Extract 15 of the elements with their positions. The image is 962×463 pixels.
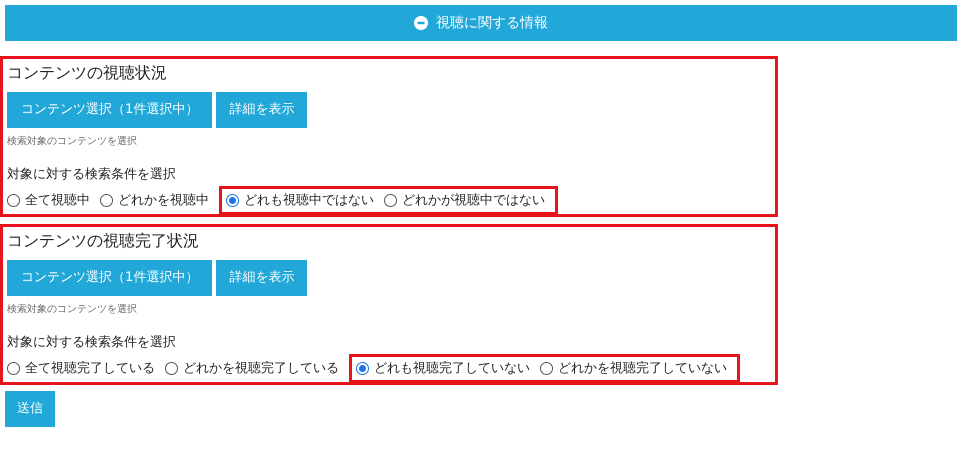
radio-option[interactable]: どれも視聴完了していない — [356, 358, 530, 378]
radio-option[interactable]: どれかを視聴中 — [100, 190, 209, 210]
hint-text: 検索対象のコンテンツを選択 — [7, 302, 138, 317]
section-title: コンテンツの視聴完了状況 — [7, 230, 200, 252]
condition-label: 対象に対する検索条件を選択 — [7, 334, 177, 352]
radio-option[interactable]: 全て視聴完了している — [7, 358, 155, 378]
radio-option[interactable]: どれかを視聴完了していない — [540, 358, 727, 378]
radio-option[interactable]: どれかが視聴中ではない — [384, 190, 545, 210]
section-title: コンテンツの視聴状況 — [7, 62, 168, 84]
radio-option[interactable]: 全て視聴中 — [7, 190, 90, 210]
collapse-icon — [414, 16, 428, 30]
radio-option[interactable]: どれかを視聴完了している — [165, 358, 339, 378]
hint-text: 検索対象のコンテンツを選択 — [7, 134, 138, 149]
radio-option[interactable]: どれも視聴中ではない — [226, 190, 374, 210]
condition-label: 対象に対する検索条件を選択 — [7, 166, 177, 184]
